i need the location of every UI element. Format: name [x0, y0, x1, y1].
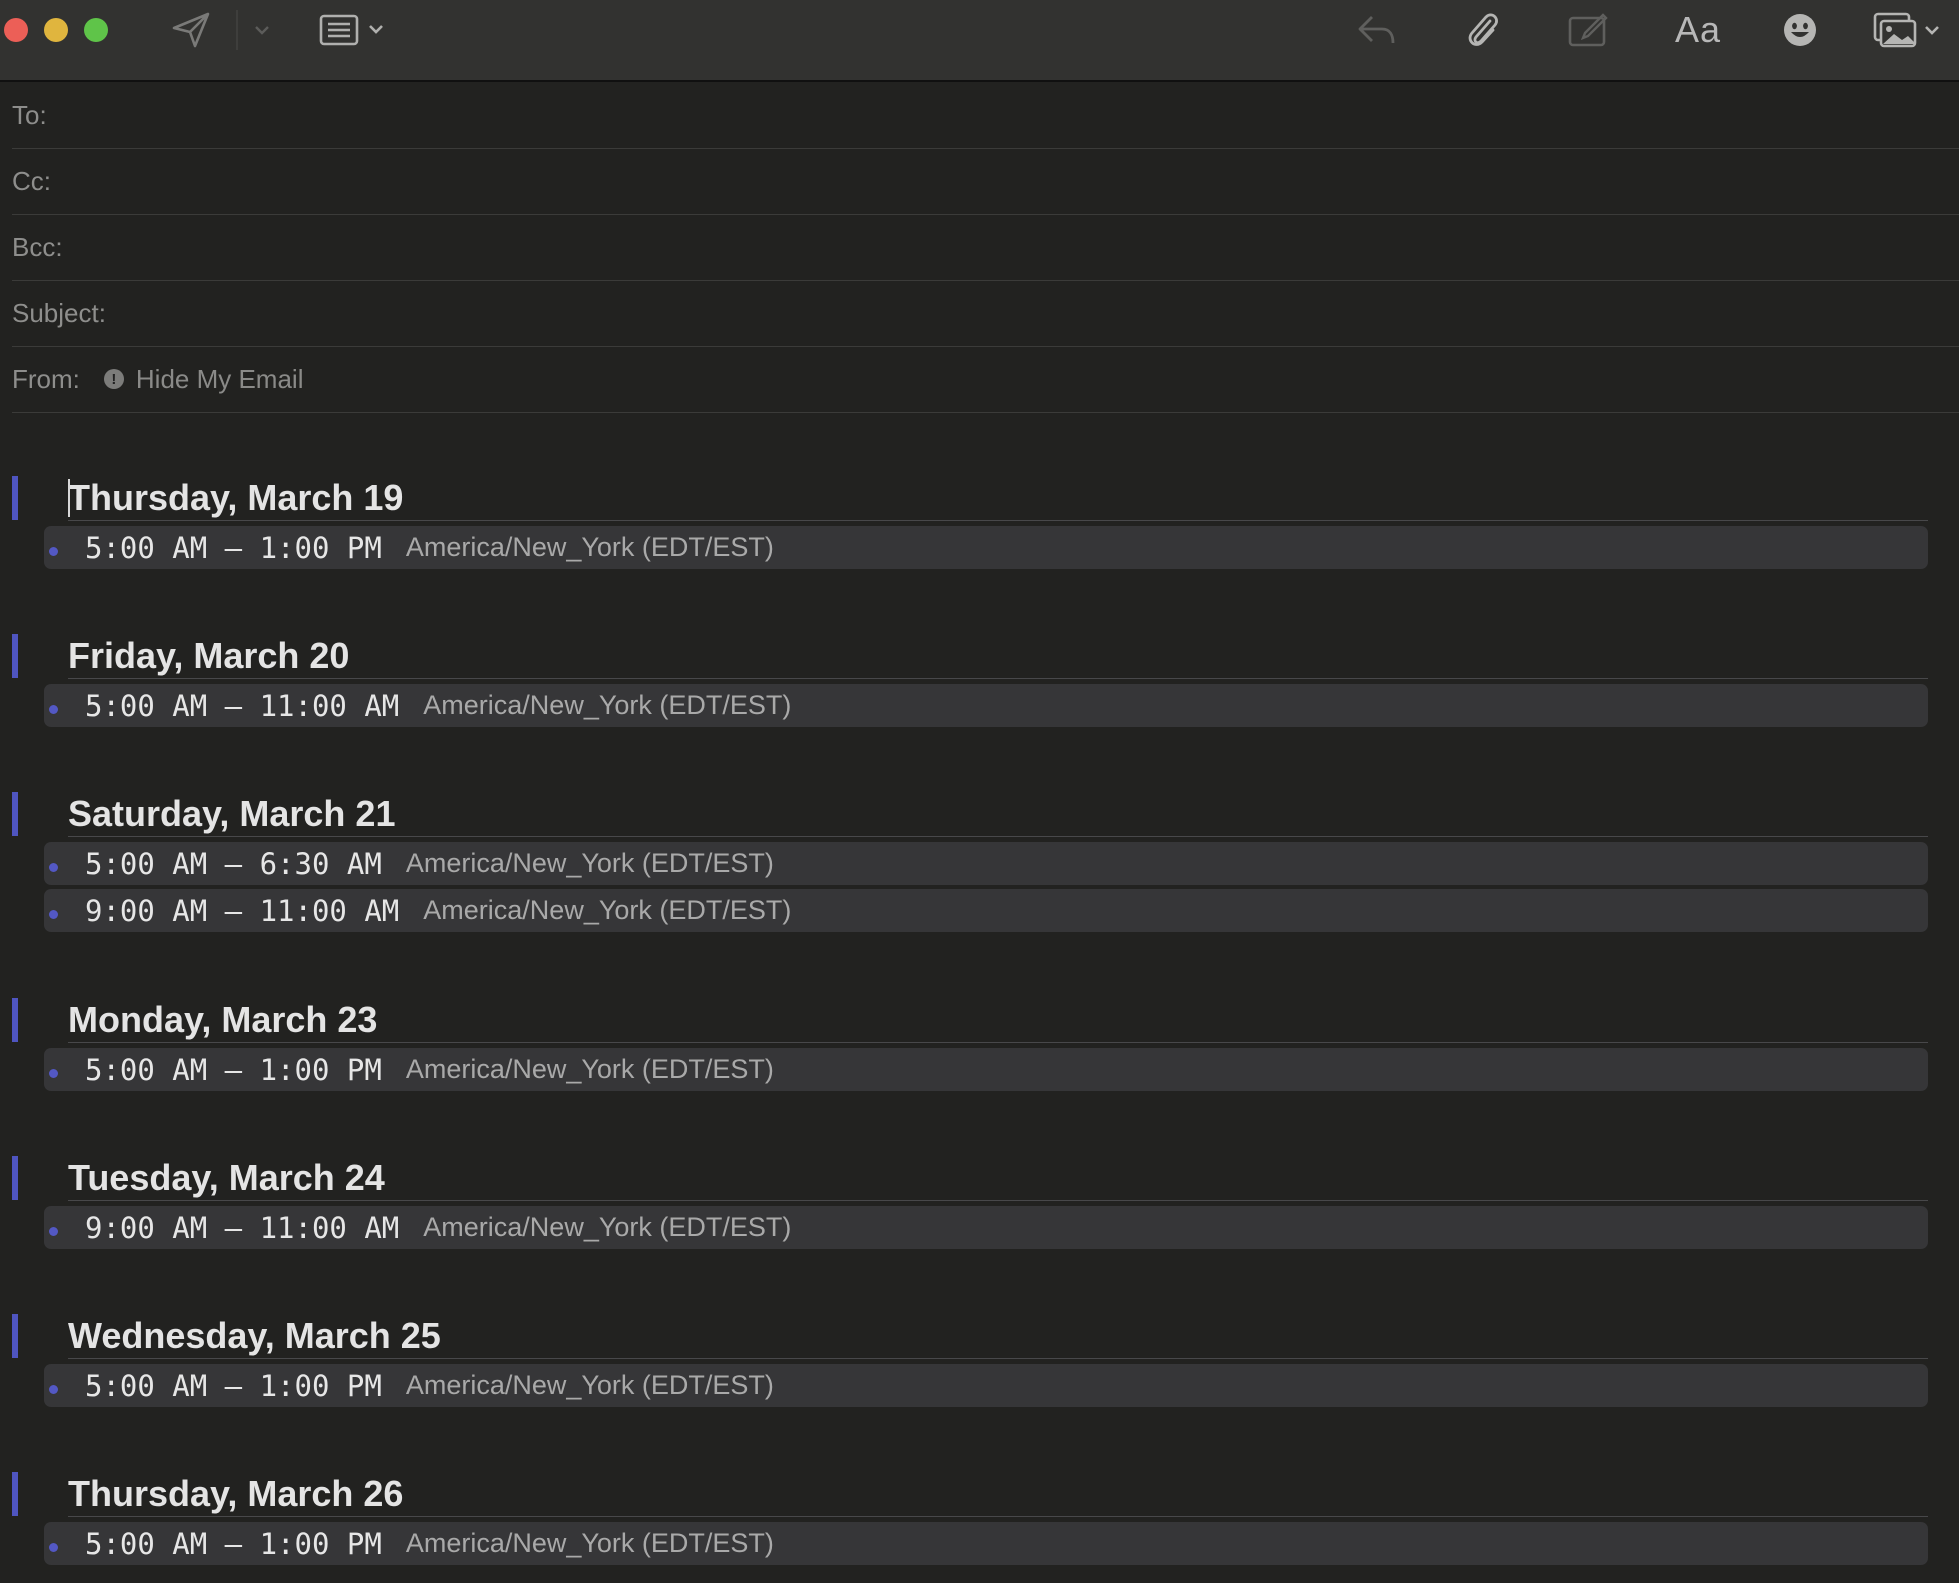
bullet-icon: [49, 1385, 58, 1394]
subject-label: Subject:: [12, 297, 106, 328]
text-cursor: [68, 479, 70, 517]
time-slot: 5:00 AM – 1:00 PM America/New_York (EDT/…: [44, 1048, 1928, 1091]
emoji-icon[interactable]: [1780, 0, 1820, 60]
day-title: Friday, March 20: [68, 635, 350, 676]
day-divider: [68, 836, 1928, 837]
to-label: To:: [12, 99, 47, 130]
bcc-label: Bcc:: [12, 231, 63, 262]
cc-field[interactable]: Cc:: [12, 148, 1959, 215]
slot-timezone: America/New_York (EDT/EST): [405, 1054, 774, 1084]
day-title: Saturday, March 21: [68, 793, 396, 834]
slot-timezone: America/New_York (EDT/EST): [405, 532, 774, 562]
slot-timezone: America/New_York (EDT/EST): [405, 848, 774, 878]
slot-time: 5:00 AM – 1:00 PM: [85, 1052, 382, 1087]
compose-toolbar: Aa: [0, 0, 1959, 82]
bullet-icon: [49, 547, 58, 556]
day-divider: [68, 678, 1928, 679]
slot-timezone: America/New_York (EDT/EST): [423, 690, 792, 720]
bullet-icon: [49, 1227, 58, 1236]
day-divider: [68, 520, 1928, 521]
day-title: Thursday, March 19: [68, 477, 404, 518]
bullet-icon: [49, 705, 58, 714]
time-slot: 5:00 AM – 1:00 PM America/New_York (EDT/…: [44, 1364, 1928, 1407]
markup-icon[interactable]: [1566, 0, 1610, 60]
subject-field[interactable]: Subject:: [12, 280, 1959, 347]
time-slot: 9:00 AM – 11:00 AM America/New_York (EDT…: [44, 1206, 1928, 1249]
day-accent-bar: [12, 1156, 18, 1200]
slot-time: 9:00 AM – 11:00 AM: [85, 1210, 400, 1245]
day-title: Wednesday, March 25: [68, 1315, 441, 1356]
slot-timezone: America/New_York (EDT/EST): [423, 1212, 792, 1242]
bullet-icon: [49, 910, 58, 919]
slot-time: 5:00 AM – 1:00 PM: [85, 1526, 382, 1561]
from-value: Hide My Email: [135, 363, 304, 394]
zoom-window-button[interactable]: [84, 18, 108, 42]
header-fields-icon[interactable]: [318, 0, 390, 60]
day-accent-bar: [12, 476, 18, 520]
bcc-field[interactable]: Bcc:: [12, 214, 1959, 281]
from-field[interactable]: From: ! Hide My Email: [12, 346, 1959, 413]
from-label: From:: [12, 363, 80, 394]
day-title: Thursday, March 26: [68, 1473, 404, 1514]
day-divider: [68, 1516, 1928, 1517]
format-button[interactable]: Aa: [1670, 0, 1726, 60]
attachment-icon[interactable]: [1462, 0, 1502, 60]
time-slot: 5:00 AM – 6:30 AM America/New_York (EDT/…: [44, 842, 1928, 885]
bullet-icon: [49, 1543, 58, 1552]
send-icon[interactable]: [168, 0, 214, 60]
day-divider: [68, 1200, 1928, 1201]
slot-time: 5:00 AM – 6:30 AM: [85, 846, 382, 881]
send-options-chevron-icon[interactable]: [250, 0, 274, 60]
slot-timezone: America/New_York (EDT/EST): [405, 1528, 774, 1558]
time-slot: 5:00 AM – 1:00 PM America/New_York (EDT/…: [44, 1522, 1928, 1565]
info-icon: !: [103, 369, 124, 389]
close-window-button[interactable]: [4, 18, 28, 42]
bullet-icon: [49, 1069, 58, 1078]
slot-time: 5:00 AM – 1:00 PM: [85, 530, 382, 565]
cc-label: Cc:: [12, 165, 51, 196]
day-accent-bar: [12, 998, 18, 1042]
time-slot: 5:00 AM – 1:00 PM America/New_York (EDT/…: [44, 526, 1928, 569]
slot-time: 9:00 AM – 11:00 AM: [85, 893, 400, 928]
day-accent-bar: [12, 1472, 18, 1516]
photo-browser-icon[interactable]: [1872, 0, 1944, 60]
day-title: Monday, March 23: [68, 999, 378, 1040]
slot-timezone: America/New_York (EDT/EST): [423, 895, 792, 925]
day-accent-bar: [12, 792, 18, 836]
slot-timezone: America/New_York (EDT/EST): [405, 1370, 774, 1400]
slot-time: 5:00 AM – 11:00 AM: [85, 688, 400, 723]
day-accent-bar: [12, 1314, 18, 1358]
from-selector[interactable]: ! Hide My Email: [103, 363, 304, 395]
day-divider: [68, 1042, 1928, 1043]
to-field[interactable]: To:: [12, 82, 1959, 149]
time-slot: 9:00 AM – 11:00 AM America/New_York (EDT…: [44, 889, 1928, 932]
reply-icon[interactable]: [1354, 0, 1398, 60]
minimize-window-button[interactable]: [44, 18, 68, 42]
bullet-icon: [49, 863, 58, 872]
slot-time: 5:00 AM – 1:00 PM: [85, 1368, 382, 1403]
day-accent-bar: [12, 634, 18, 678]
toolbar-separator: [236, 10, 238, 50]
day-divider: [68, 1358, 1928, 1359]
day-title: Tuesday, March 24: [68, 1157, 385, 1198]
time-slot: 5:00 AM – 11:00 AM America/New_York (EDT…: [44, 684, 1928, 727]
